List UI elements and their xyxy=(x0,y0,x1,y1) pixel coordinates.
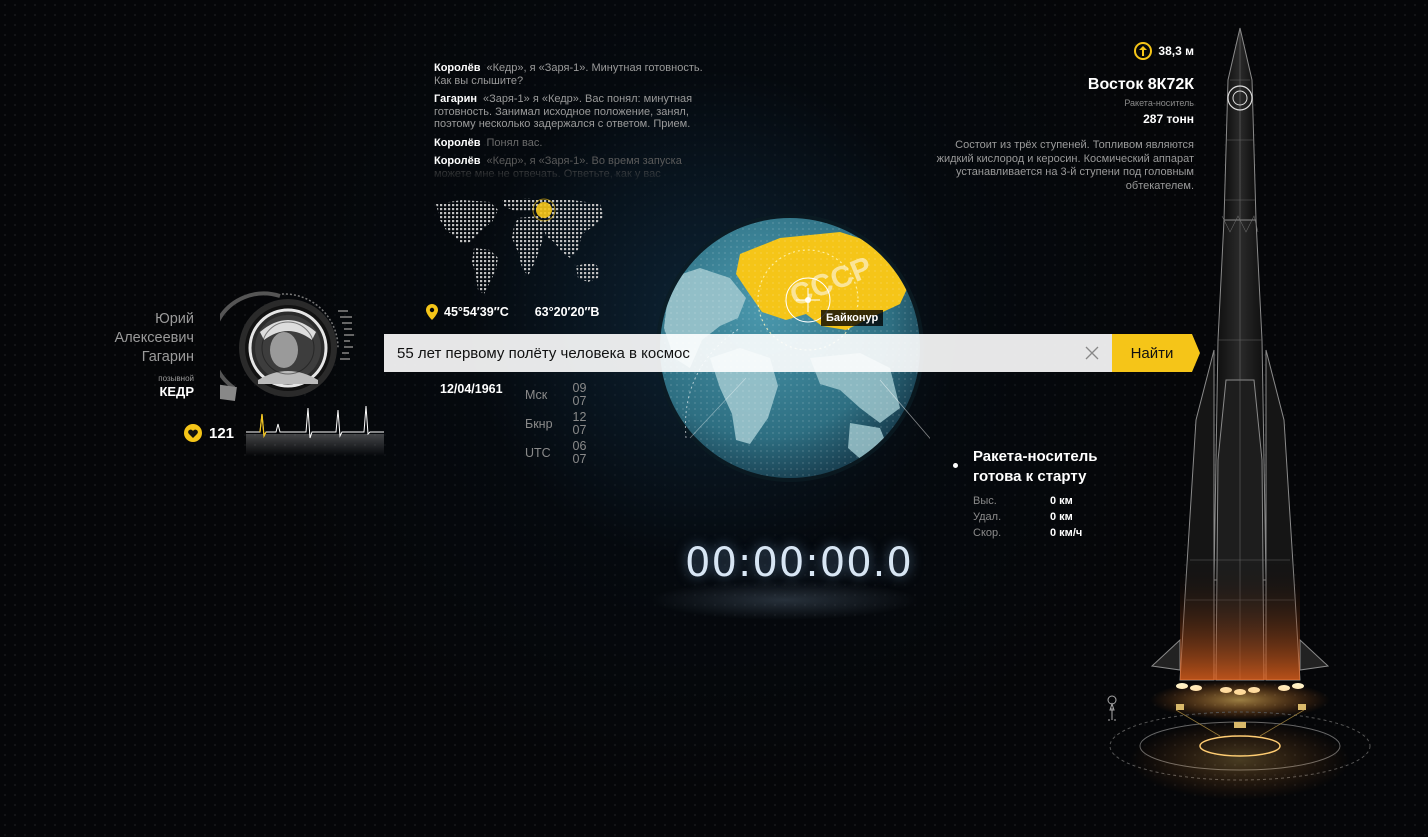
dialogue-speaker: Королёв xyxy=(434,62,481,74)
timezone-row: Мск 09 07 xyxy=(525,382,586,411)
astronaut-first-name: Юрий xyxy=(155,311,194,327)
telemetry-label: Удал. xyxy=(973,511,1002,523)
heart-rate: 121 xyxy=(184,424,234,442)
radio-dialogue: Королёв «Кедр», я «Заря-1». Минутная гото… xyxy=(434,62,704,189)
timezone-row: UTC 06 07 xyxy=(525,440,586,469)
telemetry-row: Удал. 0 км xyxy=(973,510,1082,526)
search-input[interactable] xyxy=(384,334,1112,372)
ecg-graph xyxy=(246,405,384,456)
latitude: 45°54′39″С xyxy=(444,305,509,319)
astronaut-last-name: Гагарин xyxy=(141,349,194,365)
dialogue-line: Королёв Понял вас. xyxy=(434,137,704,150)
dialogue-speaker: Гагарин xyxy=(434,93,478,105)
astronaut-portrait xyxy=(220,291,354,402)
dialogue-speaker: Королёв xyxy=(434,155,481,167)
astronaut-name: Юрий Алексеевич Гагарин xyxy=(74,310,194,367)
baikonur-marker-icon xyxy=(536,202,552,218)
timezone-time: 06 07 xyxy=(572,439,587,466)
heart-icon xyxy=(184,424,202,442)
telemetry-row: Скор. 0 км/ч xyxy=(973,526,1082,542)
longitude: 63°20′20″В xyxy=(534,305,600,319)
dialogue-line: Королёв «Кедр», я «Заря-1». Во время запу… xyxy=(434,155,704,183)
timezone-table: Мск 09 07 Бкнр 12 07 UTC 06 07 xyxy=(525,382,586,469)
callsign: КЕДР xyxy=(159,384,194,399)
timezone-label: Бкнр xyxy=(525,416,553,431)
human-scale-figure-icon xyxy=(1107,695,1117,721)
timezone-label: UTC xyxy=(525,445,551,460)
telemetry-label: Выс. xyxy=(973,495,997,507)
launch-date: 12/04/1961 xyxy=(440,382,503,396)
baikonur-label: Байконур xyxy=(821,310,884,326)
callsign-label: позывной xyxy=(158,374,194,383)
dialogue-speaker: Королёв xyxy=(434,136,481,149)
dialogue-line: Королёв «Кедр», я «Заря-1». Минутная гото… xyxy=(434,62,704,87)
rocket-illustration xyxy=(1107,27,1371,800)
timezone-label: Мск xyxy=(525,387,548,402)
timezone-time: 09 07 xyxy=(572,381,587,408)
launch-coordinates: 45°54′39″С 63°20′20″В xyxy=(426,304,599,320)
search-bar: Найти xyxy=(384,334,1200,372)
telemetry-label: Скор. xyxy=(973,527,1002,539)
telemetry-row: Выс. 0 км xyxy=(973,494,1082,510)
dialogue-text: Понял вас. xyxy=(486,136,543,149)
flight-telemetry-table: Выс. 0 км Удал. 0 км Скор. 0 км/ч xyxy=(973,494,1082,542)
timer-reflection xyxy=(650,580,920,620)
astronaut-middle-name: Алексеевич xyxy=(114,330,194,346)
clear-search-icon[interactable] xyxy=(1082,343,1102,363)
telemetry-value: 0 км/ч xyxy=(1050,527,1083,539)
timezone-row: Бкнр 12 07 xyxy=(525,411,586,440)
telemetry-value: 0 км xyxy=(1050,511,1073,523)
dialogue-line: Гагарин «Заря-1» я «Кедр». Вас понял: мин… xyxy=(434,93,704,131)
world-dot-map xyxy=(436,198,604,294)
heart-rate-value: 121 xyxy=(209,424,235,442)
timezone-time: 12 07 xyxy=(572,410,587,437)
telemetry-value: 0 км xyxy=(1050,495,1073,507)
status-pointer-icon xyxy=(953,463,958,468)
location-pin-icon xyxy=(426,304,438,320)
mission-timer: 00:00:00.0 xyxy=(685,540,913,586)
